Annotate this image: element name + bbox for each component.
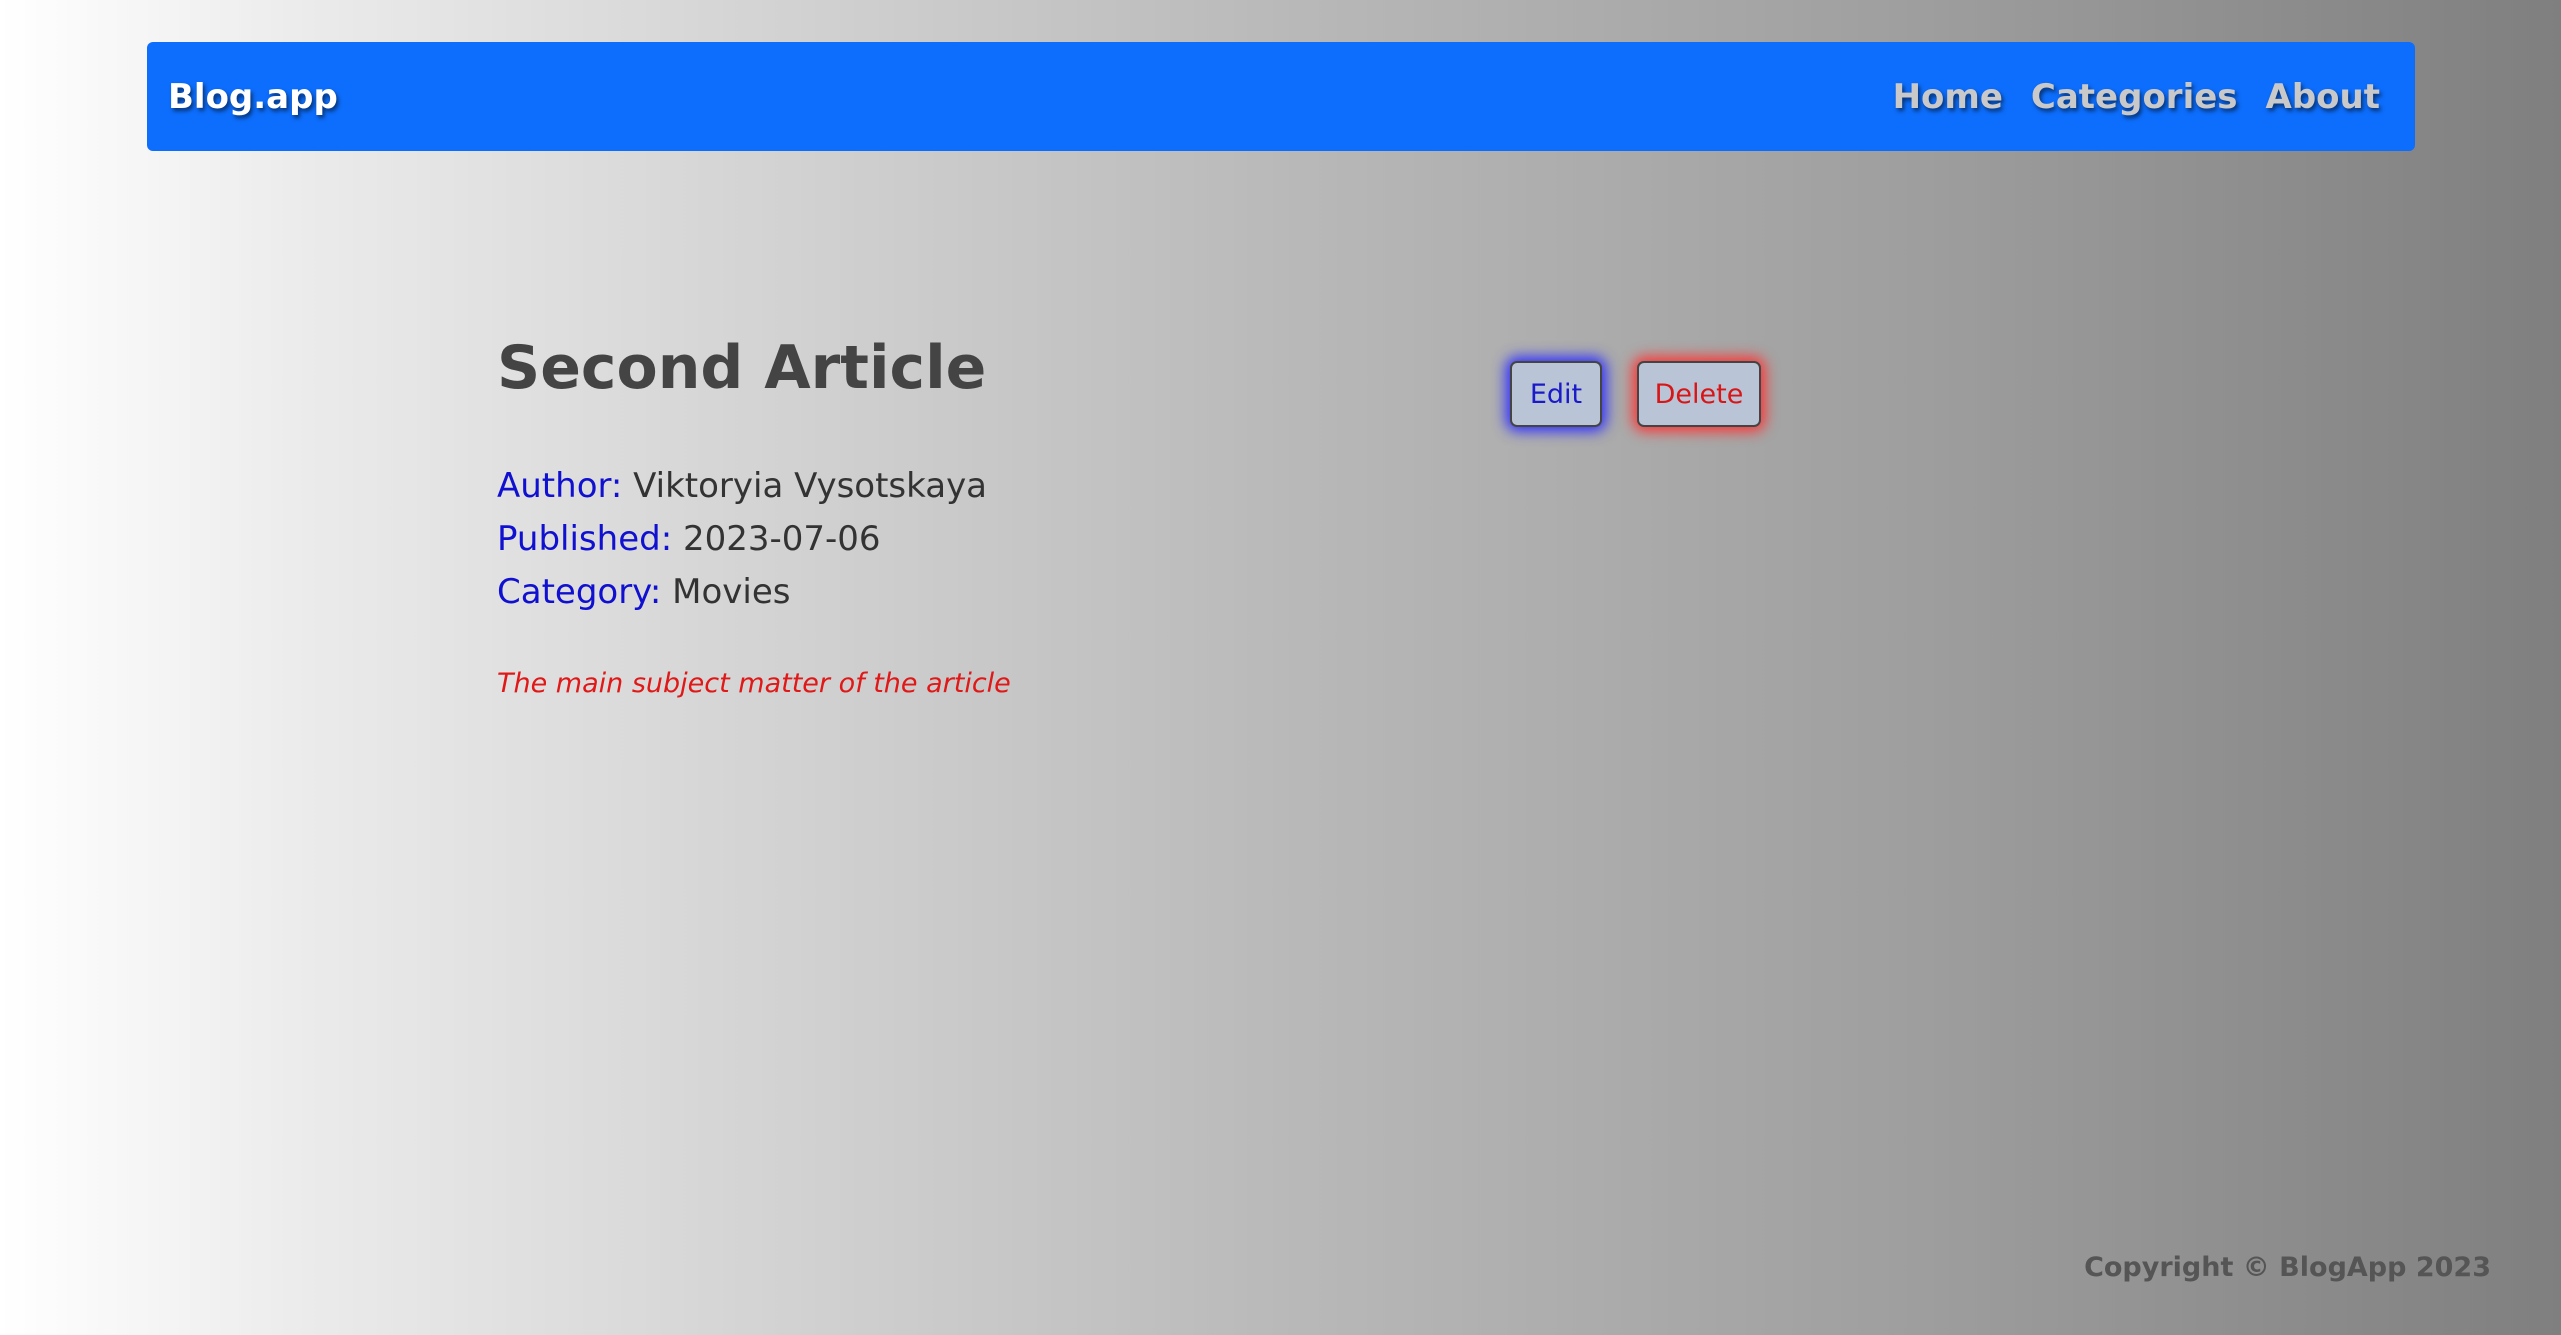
nav-link-about[interactable]: About xyxy=(2266,77,2380,117)
meta-category-label: Category: xyxy=(497,572,662,612)
edit-button[interactable]: Edit xyxy=(1510,361,1602,427)
meta-category-value: Movies xyxy=(672,572,791,612)
article-subject: The main subject matter of the article xyxy=(497,668,1011,699)
article-title: Second Article xyxy=(497,333,987,403)
meta-published-value: 2023-07-06 xyxy=(682,519,881,559)
meta-author-label: Author: xyxy=(497,466,623,506)
nav-links: Home Categories About xyxy=(1893,77,2380,117)
meta-published-label: Published: xyxy=(497,519,673,559)
nav-link-categories[interactable]: Categories xyxy=(2031,77,2238,117)
footer-copyright: Copyright © BlogApp 2023 xyxy=(2084,1252,2491,1283)
nav-link-home[interactable]: Home xyxy=(1893,77,2003,117)
delete-button[interactable]: Delete xyxy=(1637,361,1761,427)
article-meta: Author: Viktoryia Vysotskaya Published: … xyxy=(497,460,987,619)
meta-author: Author: Viktoryia Vysotskaya xyxy=(497,460,987,513)
navbar: Blog.app Home Categories About xyxy=(147,42,2415,151)
brand-logo-link[interactable]: Blog.app xyxy=(168,77,338,117)
meta-published: Published: 2023-07-06 xyxy=(497,513,987,566)
meta-category: Category: Movies xyxy=(497,566,987,619)
meta-author-value: Viktoryia Vysotskaya xyxy=(633,466,988,506)
